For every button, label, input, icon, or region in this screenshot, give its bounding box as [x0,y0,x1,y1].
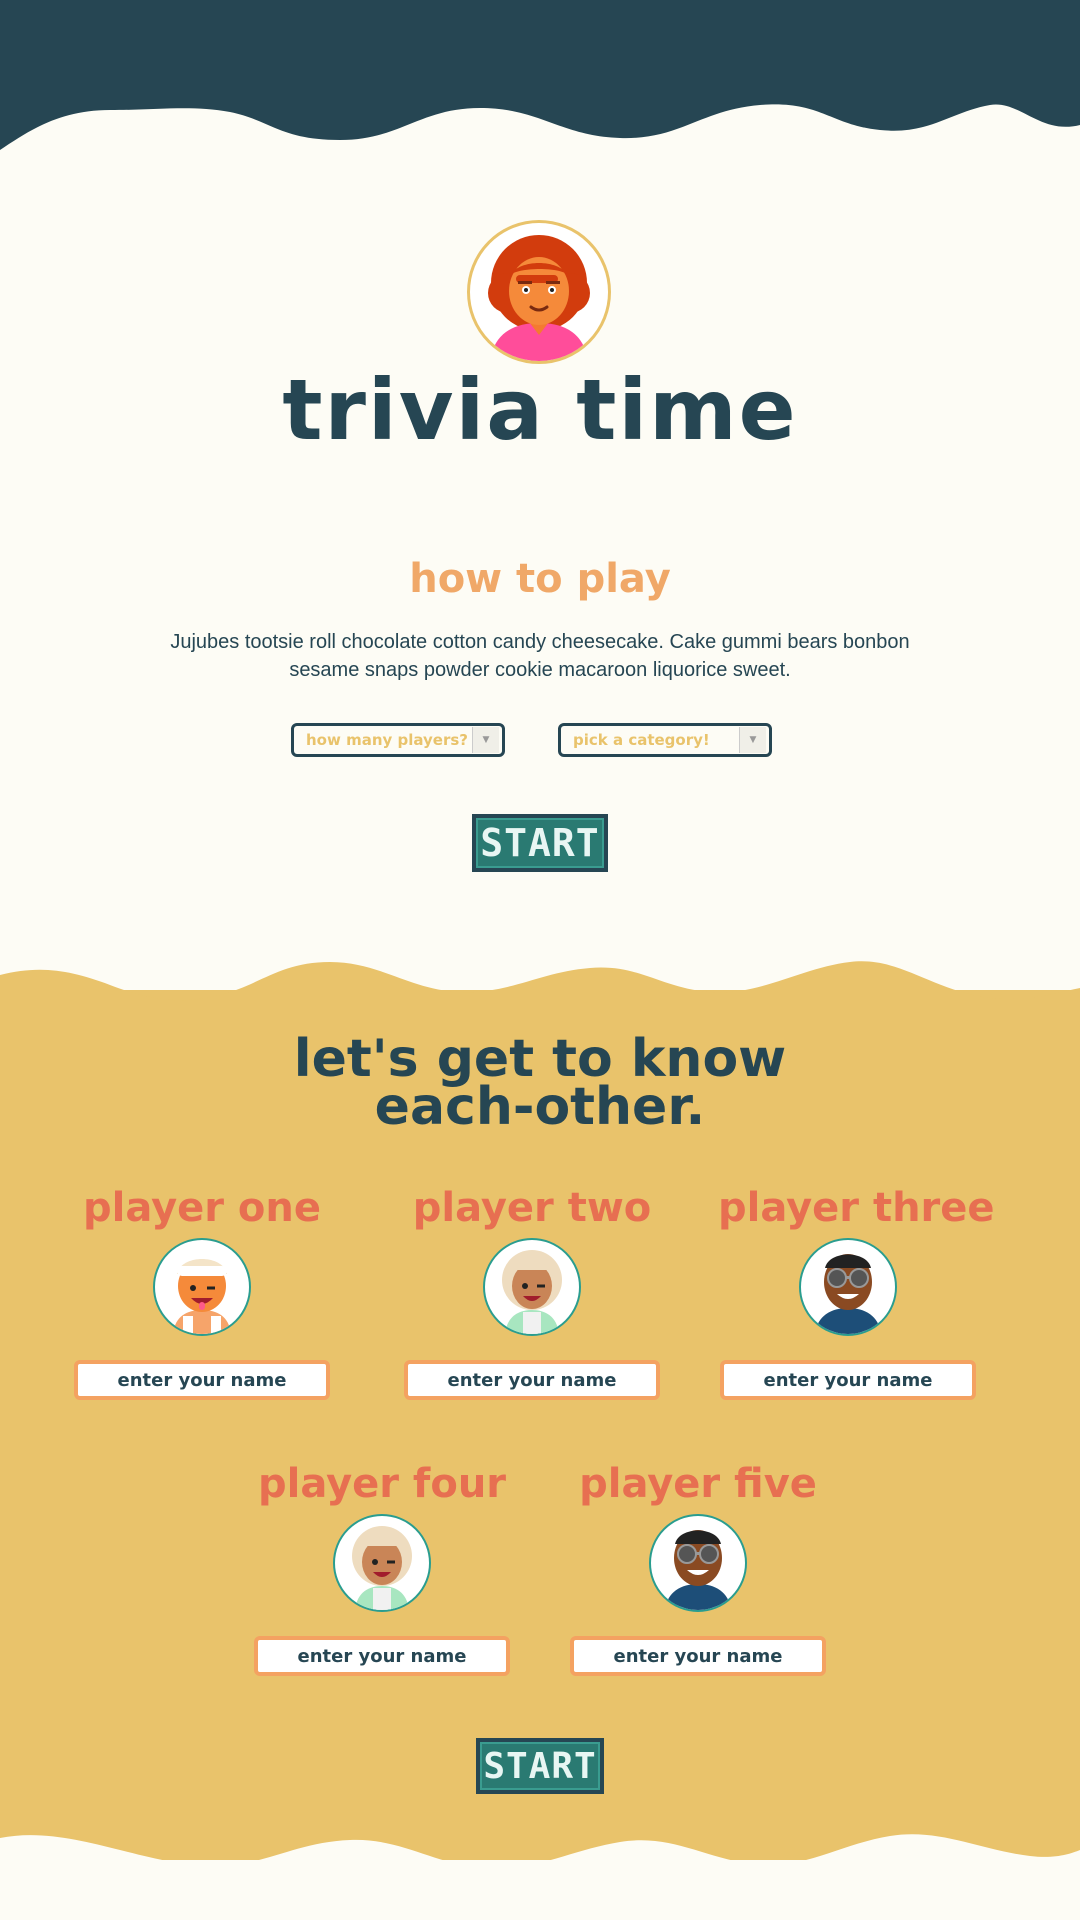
player-avatar[interactable] [153,1238,251,1336]
players-count-select-label: how many players? [306,731,469,749]
player-label: player one [82,1185,322,1231]
hero-avatar [467,220,611,364]
footer-wave [0,1834,1080,1920]
player-name-input-2[interactable] [404,1360,660,1400]
chevron-down-icon[interactable]: ▼ [739,727,766,753]
girl-headband-avatar-icon [173,1259,231,1334]
players-count-select[interactable]: how many players? ▼ [291,723,505,757]
player-avatar[interactable] [333,1514,431,1612]
player-card-2: player two [402,1184,662,1400]
players-section-heading-line2: each-other. [374,1077,706,1137]
player-card-3: player three [718,1184,995,1400]
woman-wink-avatar-icon [502,1250,562,1334]
player-avatar[interactable] [649,1514,747,1612]
man-sunglasses-avatar-icon [665,1530,731,1610]
players-section-top-wave [0,961,1080,1010]
category-select[interactable]: pick a category! ▼ [558,723,772,757]
player-name-input-5[interactable] [570,1636,826,1676]
how-to-play-heading: how to play [409,556,671,602]
player-label: player four [257,1461,507,1507]
man-sunglasses-avatar-icon [815,1254,881,1334]
player-name-input-4[interactable] [254,1636,510,1676]
app-title: trivia time [282,361,798,459]
woman-wink-avatar-icon [352,1526,412,1610]
how-to-play-description: Jujubes tootsie roll chocolate cotton ca… [170,631,910,681]
redhead-avatar-icon [488,235,590,361]
player-name-input-1[interactable] [74,1360,330,1400]
start-button[interactable]: START [472,814,608,872]
player-avatar[interactable] [799,1238,897,1336]
player-card-4: player four [252,1460,512,1676]
players-start-button[interactable]: START [476,1738,604,1794]
player-label: player five [579,1461,817,1507]
player-name-input-3[interactable] [720,1360,976,1400]
category-select-label: pick a category! [573,731,710,749]
player-card-5: player five [568,1460,828,1676]
player-avatar[interactable] [483,1238,581,1336]
player-card-1: player one [72,1184,332,1400]
chevron-down-icon[interactable]: ▼ [472,727,499,753]
player-label: player two [412,1185,652,1231]
players-section-heading: let's get to know each-other. [0,1033,1080,1133]
player-label: player three [718,1185,995,1231]
header-wave [0,0,1080,150]
